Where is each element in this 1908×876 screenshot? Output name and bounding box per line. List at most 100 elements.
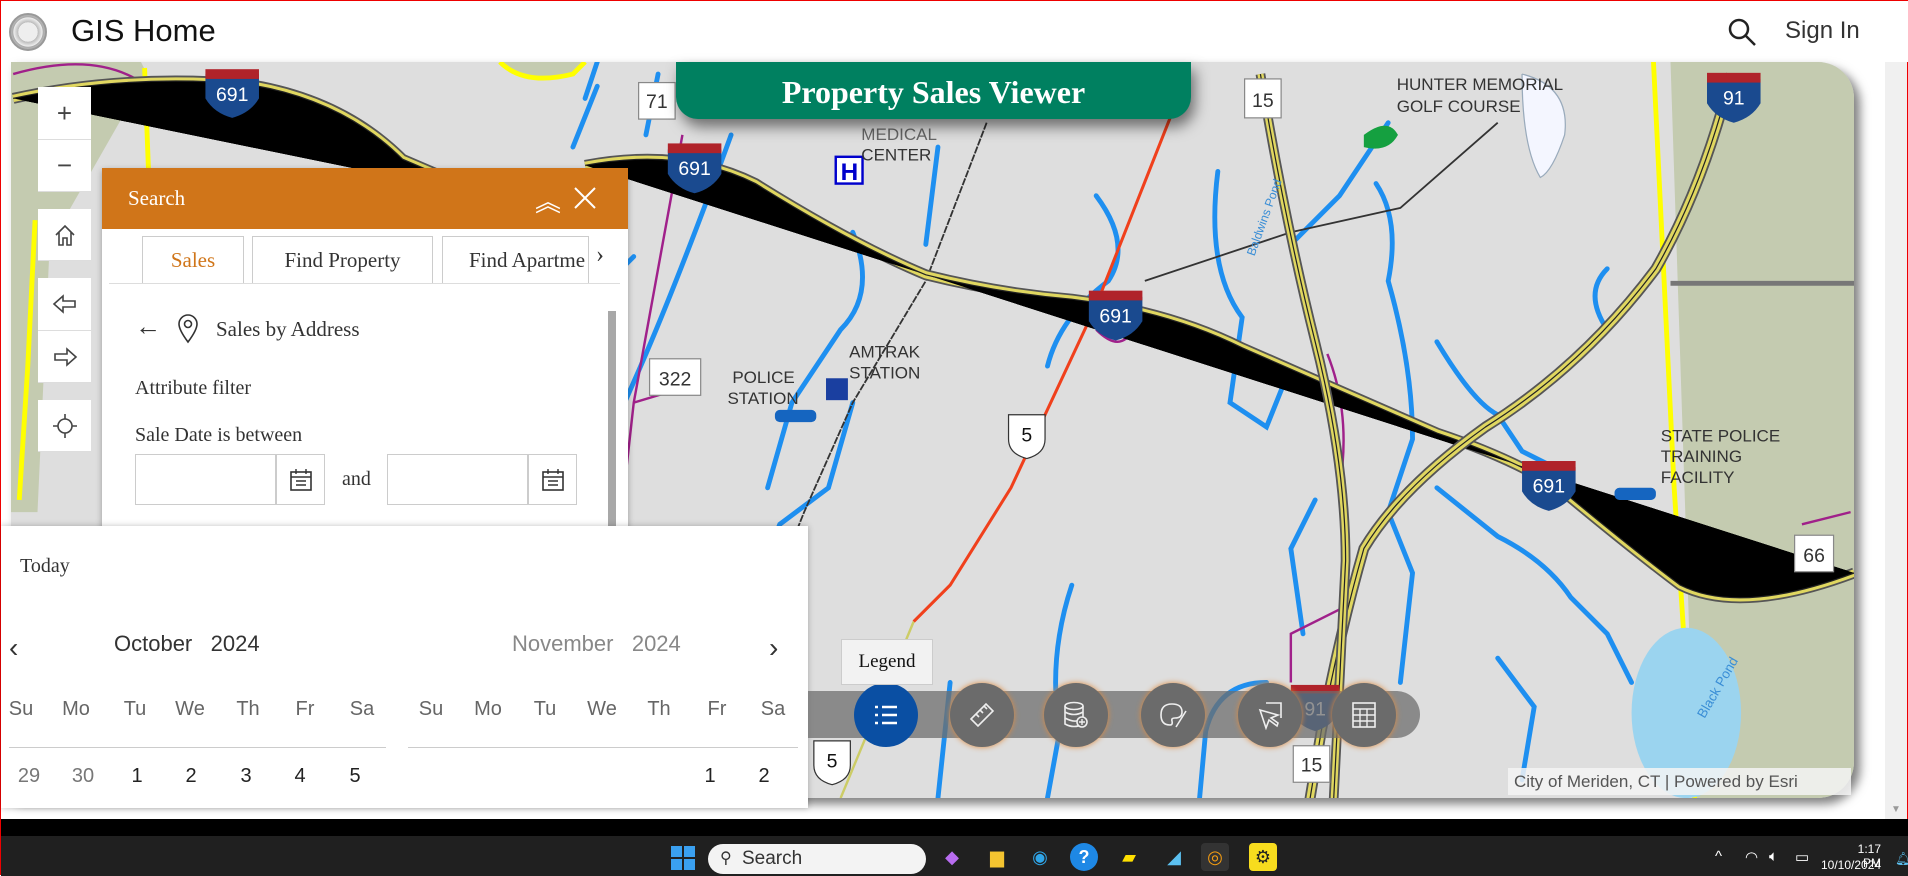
calendar-day[interactable]: 29 [7,765,51,788]
weekday: We [587,698,617,720]
police-car-icon [774,409,817,423]
minus-icon: − [56,150,73,180]
browser-app-icon[interactable]: ◎ [1201,843,1229,871]
collapse-icon[interactable]: ︽ [535,182,561,219]
calendar-day[interactable]: 2 [169,765,213,788]
app-banner: Property Sales Viewer [676,62,1191,119]
attribute-filter-label: Attribute filter [135,377,252,399]
weekday: Su [8,698,34,720]
end-date-calendar-button[interactable] [528,454,577,505]
ruler-icon [969,702,995,728]
tabs-divider [109,283,620,284]
legend-button[interactable] [854,683,918,747]
route-5 [912,73,1189,623]
scrollbar-thumb[interactable] [608,311,616,538]
sign-in-link[interactable]: Sign In [1785,17,1860,45]
golf-icon [1363,125,1398,149]
svg-text:H: H [841,159,859,186]
zoom-in-button[interactable]: + [38,87,91,140]
prev-month-icon[interactable]: ‹ [9,632,18,664]
left-month-title: October 2024 [114,631,260,657]
map-attribution[interactable]: City of Meriden, CT | Powered by Esri [1508,768,1851,795]
windows-start-icon[interactable] [671,846,695,870]
next-month-icon[interactable]: › [769,632,778,664]
settings-app-icon[interactable]: ⚙ [1249,843,1277,871]
clock-date[interactable]: 10/10/2024 [1821,858,1881,872]
svg-text:15: 15 [1301,754,1323,776]
app-title[interactable]: GIS Home [71,13,216,49]
svg-text:5: 5 [1021,425,1032,447]
attribute-table-button[interactable] [1332,683,1396,747]
taskbar-search[interactable]: ⚲ Search [708,844,926,874]
table-icon [1352,702,1376,728]
zoom-out-button[interactable]: − [38,140,91,192]
draw-button[interactable] [1141,683,1205,747]
start-date-calendar-button[interactable] [276,454,325,505]
taskbar-search-label: Search [742,848,803,869]
close-icon[interactable] [573,186,597,210]
search-panel-header: Search ︽ [102,168,628,229]
calendar-day[interactable]: 1 [688,765,732,788]
show-hidden-icons[interactable]: ^ [1715,848,1722,865]
calendar-day[interactable]: 2 [742,765,786,788]
panel-scrollbar[interactable] [605,301,619,538]
screen-bar [1,819,1908,836]
svg-text:MEDICAL: MEDICAL [861,125,937,144]
calendar-day[interactable]: 5 [333,765,377,788]
today-button[interactable]: Today [20,555,70,578]
svg-text:91: 91 [1723,87,1745,109]
edge-browser-icon[interactable]: ◉ [1026,843,1054,871]
svg-text:5: 5 [827,751,838,773]
back-arrow-icon[interactable]: ← [135,312,161,342]
svg-text:POLICE: POLICE [732,368,794,387]
add-data-button[interactable] [1044,683,1108,747]
help-icon[interactable]: ? [1070,843,1098,871]
tab-sales[interactable]: Sales [142,236,244,283]
locate-button[interactable] [38,400,91,452]
arrow-right-icon [53,346,77,367]
scroll-down-arrow-icon[interactable]: ▼ [1891,804,1901,815]
notification-bell-icon[interactable]: 🔔︎ [1895,851,1908,867]
volume-icon[interactable]: 🔈︎ [1769,848,1778,865]
wifi-icon[interactable]: ◠ [1745,848,1758,866]
month: November [512,631,614,656]
calendar-day[interactable]: 1 [115,765,159,788]
search-icon[interactable] [1727,17,1757,47]
tab-find-property[interactable]: Find Property [252,236,433,283]
file-explorer-icon[interactable]: ▆ [983,843,1011,871]
weekday: Tu [123,698,147,720]
search-icon: ⚲ [720,850,732,867]
right-month-title: November 2024 [512,631,681,657]
train-station-icon [826,378,848,401]
tab-find-apartment[interactable]: Find Apartme [442,236,589,283]
copilot-icon[interactable]: ◆ [938,843,966,871]
next-extent-button[interactable] [38,331,91,383]
calendar-day[interactable]: 3 [224,765,268,788]
measure-button[interactable] [950,683,1014,747]
year: 2024 [210,631,260,656]
calendar-day[interactable]: 4 [278,765,322,788]
svg-text:AMTRAK: AMTRAK [849,343,921,362]
tabs-scroll-right-icon[interactable]: › [596,242,604,269]
svg-text:STATE POLICE: STATE POLICE [1661,427,1780,446]
legend-tooltip: Legend [841,639,933,685]
home-button[interactable] [38,209,91,261]
start-date-input[interactable] [135,454,276,505]
scanner-icon[interactable]: ◢ [1160,843,1188,871]
svg-text:691: 691 [678,158,710,180]
previous-extent-button[interactable] [38,278,91,331]
tag-app-icon[interactable]: ▰ [1115,843,1143,871]
weekday: Mo [474,698,502,720]
city-seal-logo[interactable] [9,13,47,51]
svg-text:HUNTER MEMORIAL: HUNTER MEMORIAL [1397,75,1563,94]
battery-icon[interactable]: ▭ [1795,848,1809,866]
palette-icon [1160,703,1187,728]
page-scrollbar[interactable]: ▼ [1885,62,1907,819]
end-date-input[interactable] [387,454,528,505]
map-labels: HUNTER MEMORIAL GOLF COURSE MEDICALCENTER… [727,75,1780,721]
search-panel: Search ︽ Sales Find Property Find Apartm… [102,168,628,538]
police-car-icon [1614,487,1656,500]
svg-text:66: 66 [1803,545,1825,567]
select-button[interactable] [1238,683,1302,747]
calendar-day[interactable]: 30 [61,765,105,788]
